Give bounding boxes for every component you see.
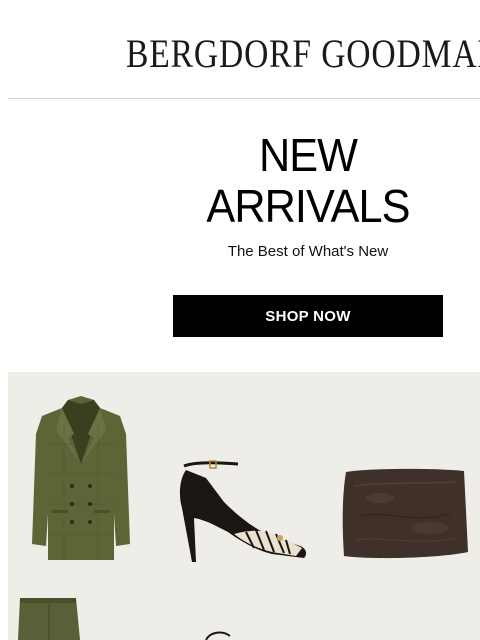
email-header: BERGDORF GOODMAN: [0, 0, 480, 98]
headline-line-1: NEW: [258, 129, 358, 181]
leather-clutch-image[interactable]: [340, 466, 470, 564]
headline-line-2: ARRIVALS: [206, 180, 410, 232]
trousers-image[interactable]: [16, 594, 82, 640]
ankle-strap-pump-image[interactable]: [176, 458, 312, 566]
header-divider: [8, 98, 480, 99]
brand-logo[interactable]: BERGDORF GOODMAN: [126, 30, 480, 78]
partial-product-image[interactable]: [200, 630, 240, 640]
plaid-blazer-image[interactable]: [28, 394, 134, 564]
product-collage[interactable]: [8, 372, 480, 640]
hero-subtitle: The Best of What's New: [227, 243, 389, 260]
shop-now-button[interactable]: SHOP NOW: [173, 295, 443, 337]
